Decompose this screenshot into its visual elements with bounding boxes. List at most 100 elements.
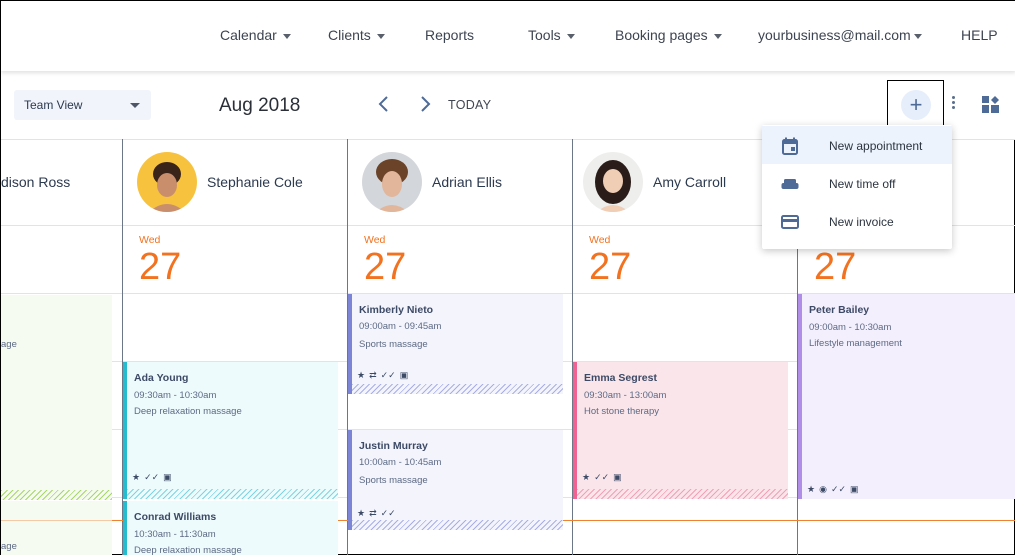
appointment-card[interactable]: Emma Segrest 09:30am - 13:00am Hot stone… (573, 362, 788, 499)
staff-name: Stephanie Cole (207, 174, 303, 190)
caret-down-icon (130, 103, 140, 108)
nav-reports-label: Reports (425, 27, 475, 43)
appointment-client: Justin Murray (359, 440, 428, 452)
appointment-time: 10:00am - 10:45am (359, 457, 442, 468)
day-number: 27 (589, 246, 632, 288)
view-select[interactable]: Team View (14, 90, 151, 120)
appointment-status-icons: ★ ⇄ ✓✓ ▣ (357, 370, 408, 381)
nav-clients[interactable]: Clients (328, 27, 385, 43)
day-heading: Wed 27 (139, 234, 181, 287)
staff-name: dison Ross (1, 174, 71, 190)
appointment-status-icons: ★ ◉ ✓✓ ▣ (807, 484, 859, 495)
appointment-time: 09:30am - 13:00am (584, 390, 667, 401)
nav-reports[interactable]: Reports (425, 27, 474, 43)
caret-down-icon (376, 33, 385, 39)
current-time-line (563, 520, 1015, 521)
repeat-icon: ⇄ (369, 370, 377, 380)
current-time-line (112, 520, 123, 521)
appointment-status-icons: ★ ✓✓ ▣ (132, 472, 172, 483)
nav-help-label: HELP (961, 27, 998, 43)
event-icon (782, 137, 798, 155)
repeat-icon: ⇄ (369, 508, 377, 518)
menu-item-label: New appointment (829, 139, 923, 153)
more-vert-icon[interactable] (950, 96, 956, 112)
appointment-time: 09:30am - 10:30am (134, 390, 217, 401)
dashboard-customize-icon[interactable] (982, 96, 999, 113)
day-number: 27 (814, 246, 857, 288)
appointment-client: Kimberly Nieto (359, 304, 434, 316)
hatch-pattern (352, 384, 563, 394)
previous-button[interactable] (374, 93, 394, 115)
star-icon: ★ (132, 472, 141, 482)
appointment-card[interactable]: age (1, 501, 112, 555)
staff-header[interactable]: dison Ross (1, 139, 70, 225)
nav-calendar[interactable]: Calendar (220, 27, 291, 43)
appointment-card[interactable]: Ada Young 09:30am - 10:30am Deep relaxat… (123, 362, 338, 499)
staff-header[interactable]: Stephanie Cole (137, 139, 303, 225)
caret-down-icon (913, 33, 922, 39)
avatar (583, 152, 643, 212)
star-icon: ★ (807, 484, 816, 494)
chevron-right-icon (421, 96, 431, 112)
avatar (362, 152, 422, 212)
package-icon: ◉ (819, 484, 827, 494)
add-button[interactable]: + (887, 80, 944, 127)
today-button[interactable]: TODAY (448, 98, 491, 112)
plus-icon: + (901, 90, 931, 120)
invoice-paid-icon: ▣ (613, 472, 622, 482)
day-number: 27 (364, 246, 407, 288)
appointment-card[interactable]: Peter Bailey 09:00am - 10:30am Lifestyle… (798, 294, 1015, 499)
nav-account[interactable]: yourbusiness@mail.com (758, 27, 922, 43)
appointment-time: 10:30am - 11:30am (134, 529, 216, 540)
appointment-service: age (1, 339, 17, 350)
appointment-client: Peter Bailey (809, 304, 870, 316)
appointment-status-icons: ★ ⇄ ✓✓ (357, 508, 396, 519)
menu-item-new-invoice[interactable]: New invoice (762, 202, 952, 240)
avatar (137, 152, 197, 212)
chevron-left-icon (378, 96, 388, 112)
caret-down-icon (713, 33, 722, 39)
menu-item-new-time-off[interactable]: New time off (762, 164, 952, 202)
appointment-client: Conrad Williams (134, 511, 217, 523)
hatch-pattern (352, 520, 563, 530)
staff-name: Amy Carroll (653, 174, 727, 190)
next-button[interactable] (415, 93, 435, 115)
star-icon: ★ (357, 508, 366, 518)
day-heading: Wed 27 (589, 234, 631, 287)
menu-item-new-appointment[interactable]: New appointment (762, 126, 952, 164)
hatch-pattern (1, 490, 112, 500)
appointment-service: Hot stone therapy (584, 406, 659, 417)
nav-tools[interactable]: Tools (528, 27, 575, 43)
nav-booking-pages[interactable]: Booking pages (615, 27, 722, 43)
top-navigation: Calendar Clients Reports Tools Booking p… (1, 1, 1015, 71)
nav-account-label: yourbusiness@mail.com (758, 27, 911, 43)
staff-header[interactable]: Amy Carroll (583, 139, 726, 225)
appointment-client: Emma Segrest (584, 372, 657, 384)
done-all-icon: ✓✓ (144, 472, 160, 482)
nav-tools-label: Tools (528, 27, 561, 43)
appointment-service: Sports massage (359, 475, 428, 486)
appointment-card[interactable]: age (1, 295, 112, 500)
star-icon: ★ (582, 472, 591, 482)
appointment-service: Sports massage (359, 339, 428, 350)
caret-down-icon (566, 33, 575, 39)
appointment-service: age (1, 541, 17, 552)
appointment-time: 09:00am - 10:30am (809, 322, 892, 333)
appointment-card[interactable]: Conrad Williams 10:30am - 11:30am Deep r… (123, 501, 338, 555)
done-all-icon: ✓✓ (830, 484, 847, 494)
appointment-time: 09:00am - 09:45am (359, 321, 442, 332)
nav-clients-label: Clients (328, 27, 371, 43)
day-of-week: Wed (364, 234, 386, 246)
appointment-service: Deep relaxation massage (134, 406, 242, 417)
credit-card-icon (781, 215, 799, 229)
caret-down-icon (282, 33, 291, 39)
current-time-line (338, 520, 348, 521)
staff-header[interactable]: Adrian Ellis (362, 139, 502, 225)
appointment-card[interactable]: Kimberly Nieto 09:00am - 09:45am Sports … (348, 294, 563, 394)
star-icon: ★ (357, 370, 366, 380)
invoice-paid-icon: ▣ (399, 370, 409, 380)
done-all-icon: ✓✓ (380, 508, 396, 518)
appointment-service: Deep relaxation massage (134, 545, 242, 555)
nav-help[interactable]: HELP (961, 27, 998, 43)
appointment-card[interactable]: Justin Murray 10:00am - 10:45am Sports m… (348, 430, 563, 530)
